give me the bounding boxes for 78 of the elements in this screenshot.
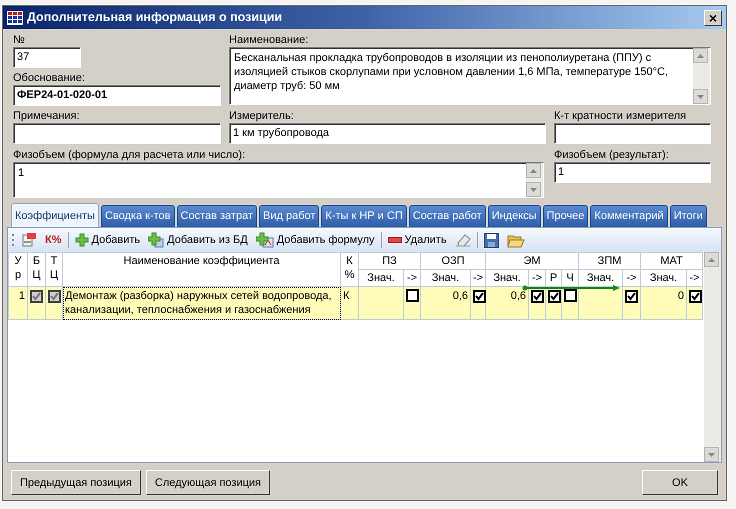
tab[interactable]: Коэффициенты — [11, 203, 99, 227]
column-header[interactable]: Знач. — [358, 270, 404, 286]
input-field[interactable] — [554, 123, 711, 144]
input-field[interactable] — [13, 123, 221, 144]
column-header[interactable]: Т Ц — [46, 252, 62, 286]
table-cell: 0,6 — [510, 290, 526, 302]
column-header[interactable]: ЭМ — [486, 252, 579, 270]
tab[interactable]: Состав затрат — [176, 205, 257, 227]
toolbar-grip — [12, 233, 15, 247]
tab[interactable]: Прочее — [542, 205, 588, 227]
input-field[interactable]: ФЕР24-01-020-01 — [13, 85, 221, 106]
tab[interactable]: Состав работ — [408, 205, 486, 227]
plus-icon — [74, 233, 88, 247]
column-header[interactable]: Б Ц — [28, 252, 46, 286]
checkbox[interactable] — [548, 290, 562, 303]
window-title: Дополнительная информация о позиции — [27, 9, 282, 26]
scroll-down-icon[interactable] — [707, 452, 716, 458]
field-label: Физобъем (формула для расчета или число): — [13, 148, 246, 162]
tab[interactable]: Сводка к-тов — [100, 205, 175, 227]
tab[interactable]: К-ты к НР и СП — [321, 205, 407, 227]
checkbox[interactable] — [531, 290, 544, 303]
previous-button[interactable]: Предыдущая позиция — [11, 470, 141, 495]
scroll-up-icon[interactable] — [696, 52, 705, 58]
table-cell: 0 — [678, 290, 684, 302]
column-header[interactable]: Знач. — [640, 270, 687, 286]
field-label: № — [13, 33, 26, 47]
minus-icon — [388, 237, 402, 243]
tab[interactable]: Индексы — [488, 205, 541, 227]
column-header[interactable]: ОЗП — [420, 252, 486, 270]
toolbar-button[interactable]: Добавить формулу — [254, 230, 377, 250]
scroll-up-icon[interactable] — [529, 168, 538, 174]
column-header[interactable]: Знач. — [420, 270, 470, 286]
field-label: Обоснование: — [13, 71, 86, 85]
ok-button[interactable]: OK — [642, 470, 718, 495]
table-cell: 0,6 — [452, 290, 468, 302]
table-cell: Демонтаж (разборка) наружных сетей водопровода, канализации, теплоснабжения и газоснабжения — [65, 290, 332, 316]
column-header[interactable]: Знач. — [578, 270, 623, 286]
next-button[interactable]: Следующая позиция — [146, 470, 270, 495]
scroll-down-icon[interactable] — [696, 94, 705, 100]
scrollbar[interactable] — [693, 48, 710, 104]
field-label: К-т кратности измерителя — [554, 109, 688, 123]
scroll-up-icon[interactable] — [707, 256, 716, 262]
scroll-down-icon[interactable] — [529, 186, 538, 192]
input-field[interactable]: 1 — [554, 162, 711, 183]
checkbox[interactable] — [625, 290, 638, 303]
checkbox[interactable] — [473, 290, 486, 303]
column-header[interactable]: ПЗ — [358, 252, 420, 270]
checkbox[interactable] — [564, 289, 578, 302]
tab[interactable]: Вид работ — [259, 205, 320, 227]
scrollbar[interactable] — [704, 252, 721, 462]
column-header[interactable]: МАТ — [640, 252, 703, 270]
column-header[interactable]: К % — [340, 252, 358, 286]
close-button[interactable]: × — [704, 10, 722, 26]
field-label: Наименование: — [229, 33, 310, 47]
toolbar-button[interactable]: Удалить — [386, 230, 449, 250]
field-label: Физобъем (результат): — [554, 148, 670, 162]
checkbox[interactable] — [406, 289, 419, 302]
checkbox[interactable] — [689, 290, 702, 303]
app-icon — [7, 10, 23, 24]
field-label: Примечания: — [13, 109, 81, 123]
input-field[interactable]: 37 — [13, 47, 81, 68]
table-cell: 1 — [18, 290, 25, 302]
scrollbar[interactable] — [526, 163, 543, 197]
tab[interactable]: Комментарий — [590, 205, 668, 227]
column-header[interactable]: ЗПМ — [578, 252, 641, 270]
column-header[interactable]: Наименование коэффициента — [62, 252, 340, 286]
plus-database-icon — [148, 232, 164, 248]
column-header[interactable]: У р — [8, 252, 28, 286]
field-label: Измеритель: — [229, 109, 295, 123]
input-field[interactable]: 1 км трубопровода — [229, 123, 546, 144]
toolbar-button[interactable]: Добавить из БД — [146, 230, 250, 250]
toolbar-button[interactable]: Добавить — [72, 230, 142, 250]
tab[interactable]: Итоги — [670, 205, 707, 227]
percent-button[interactable]: К% — [43, 230, 64, 250]
save-icon[interactable] — [482, 232, 501, 248]
table-cell: К — [343, 290, 350, 302]
column-header[interactable]: Знач. — [486, 270, 529, 286]
plus-formula-icon — [256, 232, 274, 248]
